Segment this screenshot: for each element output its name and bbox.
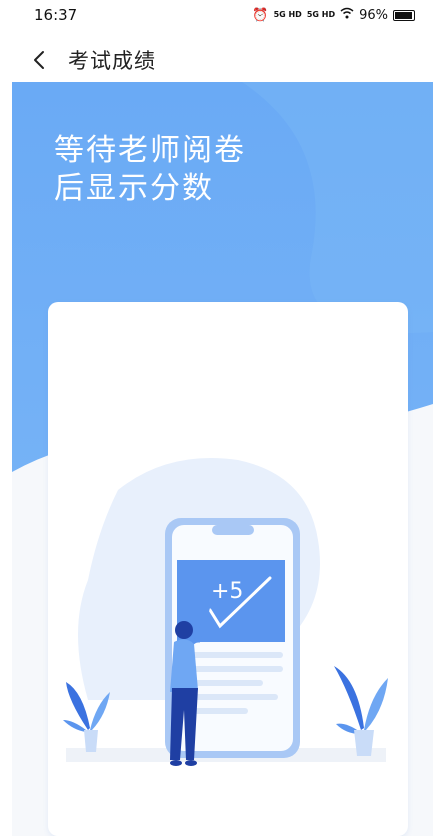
pending-message-line1: 等待老师阅卷: [54, 133, 246, 168]
signal-icon-2: 5G HD: [306, 10, 336, 19]
status-icons: ⏰ 5G HD 5G HD 96%: [252, 7, 415, 23]
grading-illustration: +5: [63, 458, 388, 766]
pending-message: 等待老师阅卷 后显示分数: [54, 132, 246, 208]
alarm-icon: ⏰: [252, 7, 269, 23]
battery-icon: [393, 9, 415, 21]
signal-icon: 5G HD: [273, 10, 302, 19]
nav-bar: 考试成绩: [0, 40, 433, 80]
pending-message-line2: 后显示分数: [54, 171, 214, 206]
plant-right-illustration: [334, 666, 388, 756]
chevron-left-icon: [34, 51, 44, 69]
back-button[interactable]: [32, 40, 68, 80]
score-text: +5: [211, 579, 243, 604]
page-title: 考试成绩: [68, 49, 156, 73]
status-time: 16:37: [34, 6, 78, 24]
status-bar: 16:37 ⏰ 5G HD 5G HD 96%: [0, 0, 433, 30]
battery-percent: 96%: [359, 7, 388, 23]
wifi-icon: [340, 7, 354, 23]
